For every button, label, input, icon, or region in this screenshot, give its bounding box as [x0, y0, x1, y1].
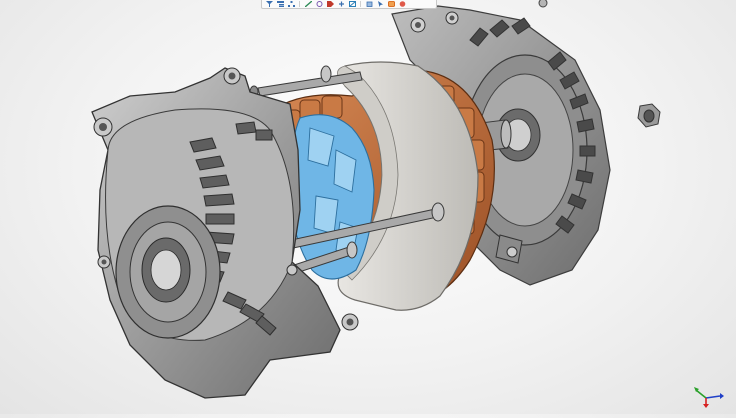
view-cube-icon[interactable] [365, 1, 373, 8]
toolbar-separator [360, 1, 361, 7]
tree-view-icon[interactable] [276, 1, 284, 8]
floating-toolbar [261, 0, 437, 9]
3d-viewport[interactable] [0, 0, 736, 414]
z-axis [705, 395, 721, 399]
hierarchy-icon[interactable] [287, 1, 295, 8]
select-icon[interactable] [376, 1, 384, 8]
explode-icon[interactable] [337, 1, 345, 8]
x-axis-arrow [703, 404, 709, 408]
measure-icon[interactable] [304, 1, 312, 8]
clip-icon[interactable] [315, 1, 323, 8]
axis-triad [692, 380, 724, 408]
alternator-exploded-model[interactable] [0, 0, 736, 414]
display-mode-icon[interactable] [387, 1, 395, 8]
filter-icon[interactable] [265, 1, 273, 8]
shaded-sphere-icon[interactable] [398, 1, 406, 8]
z-axis-arrow [720, 393, 724, 399]
tag-icon[interactable] [326, 1, 334, 8]
y-axis [695, 389, 707, 399]
toolbar-separator [299, 1, 300, 7]
section-icon[interactable] [348, 1, 356, 8]
